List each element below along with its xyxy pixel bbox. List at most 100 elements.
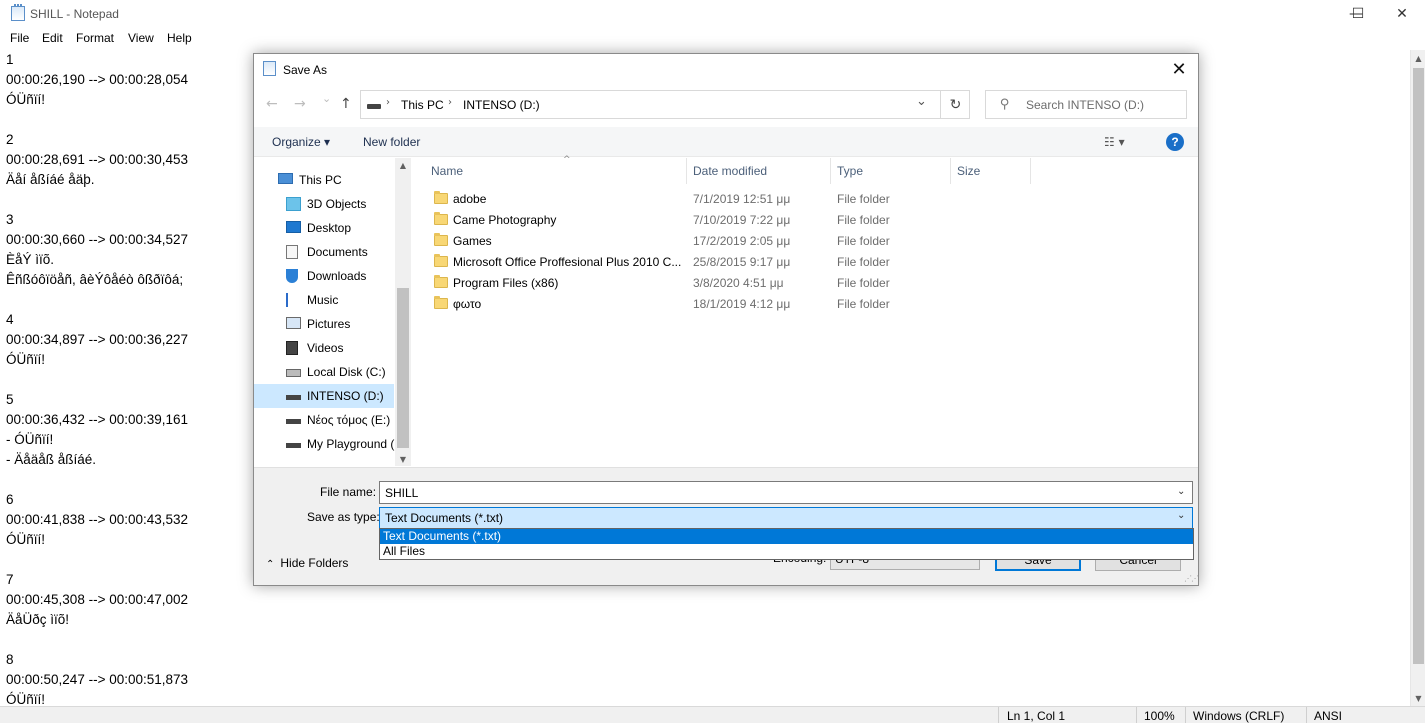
- column-header-type[interactable]: Type: [831, 158, 951, 184]
- file-name-value: SHILL: [385, 486, 419, 500]
- folder-icon: [434, 296, 448, 309]
- menu-file[interactable]: File: [10, 31, 29, 45]
- scrollbar-thumb[interactable]: [1413, 68, 1424, 664]
- resize-grip-icon[interactable]: ⋰⋰: [1184, 574, 1199, 583]
- save-as-type-label: Save as type:: [307, 510, 380, 524]
- menu-help[interactable]: Help: [167, 31, 192, 45]
- scroll-up-icon[interactable]: ▲: [395, 158, 411, 172]
- address-bar[interactable]: › This PC › INTENSO (D:) ⌄: [360, 90, 970, 119]
- text-line: ÓÜñïí!: [6, 352, 46, 367]
- view-options-icon[interactable]: ☷ ▾: [1104, 135, 1125, 149]
- nav-item-intenso-d[interactable]: INTENSO (D:): [254, 384, 394, 408]
- back-icon[interactable]: ←: [266, 96, 278, 112]
- scrollbar-thumb[interactable]: [397, 288, 409, 448]
- search-input[interactable]: ⚲ Search INTENSO (D:): [985, 90, 1187, 119]
- desktop-icon: [286, 221, 301, 233]
- nav-item-videos[interactable]: Videos: [254, 336, 394, 360]
- sort-ascending-icon: ^: [563, 155, 571, 165]
- nav-item-downloads[interactable]: Downloads: [254, 264, 394, 288]
- scroll-up-icon[interactable]: ▲: [1411, 50, 1425, 66]
- window-title: SHILL - Notepad: [30, 7, 119, 21]
- help-icon[interactable]: ?: [1166, 133, 1184, 151]
- up-icon[interactable]: ↑: [340, 96, 352, 112]
- status-divider: [1136, 707, 1137, 723]
- column-header-date[interactable]: Date modified: [687, 158, 831, 184]
- text-line: 00:00:26,190 --> 00:00:28,054: [6, 72, 189, 87]
- option-text-documents[interactable]: Text Documents (*.txt): [380, 529, 1193, 544]
- file-type: File folder: [837, 276, 890, 290]
- chevron-down-icon[interactable]: ⌄: [1177, 486, 1185, 497]
- text-line: 7: [6, 572, 14, 587]
- maximize-button[interactable]: ☐: [1335, 0, 1381, 28]
- file-name-input[interactable]: SHILL ⌄: [379, 481, 1193, 504]
- option-all-files[interactable]: All Files: [380, 544, 1193, 559]
- menu-format[interactable]: Format: [76, 31, 114, 45]
- nav-item-music[interactable]: Music: [254, 288, 394, 312]
- column-header-size[interactable]: Size: [951, 158, 1031, 184]
- folder-icon: [434, 254, 448, 267]
- text-line: 8: [6, 652, 14, 667]
- nav-item-νέος-τόμος-e[interactable]: Νέος τόμος (E:): [254, 408, 394, 432]
- chevron-up-icon: ⌃: [266, 559, 275, 570]
- text-line: ÈåÝ ìïõ.: [6, 252, 55, 267]
- file-type: File folder: [837, 234, 890, 248]
- forward-icon[interactable]: →: [294, 96, 306, 112]
- nav-item-desktop[interactable]: Desktop: [254, 216, 394, 240]
- save-as-type-select[interactable]: Text Documents (*.txt) ⌄: [379, 507, 1193, 529]
- recent-locations-icon[interactable]: ⌄: [322, 92, 331, 105]
- dialog-close-button[interactable]: ✕: [1159, 54, 1199, 84]
- drive-icon: [286, 443, 301, 448]
- nav-item-label: Downloads: [307, 269, 367, 283]
- text-line: 00:00:30,660 --> 00:00:34,527: [6, 232, 189, 247]
- command-bar: Organize ▾ New folder ☷ ▾ ?: [254, 127, 1198, 157]
- nav-item-local-disk-c[interactable]: Local Disk (C:): [254, 360, 394, 384]
- editor-scrollbar[interactable]: ▲ ▼: [1410, 50, 1425, 706]
- new-folder-button[interactable]: New folder: [363, 135, 420, 149]
- breadcrumb-intenso[interactable]: INTENSO (D:): [463, 98, 540, 112]
- file-row[interactable]: adobe 7/1/2019 12:51 μμ File folder: [411, 189, 1198, 210]
- file-row[interactable]: Program Files (x86) 3/8/2020 4:51 μμ File …: [411, 273, 1198, 294]
- text-line: ÄåÜðç ìïõ!: [6, 612, 70, 627]
- file-row[interactable]: Games 17/2/2019 2:05 μμ File folder: [411, 231, 1198, 252]
- file-date-modified: 7/10/2019 7:22 μμ: [693, 213, 791, 227]
- breadcrumb-this-pc[interactable]: This PC: [401, 98, 444, 112]
- column-header-name[interactable]: Name ^: [425, 155, 687, 184]
- text-line: 4: [6, 312, 14, 327]
- chevron-down-icon[interactable]: ⌄: [1177, 510, 1185, 521]
- file-row[interactable]: Microsoft Office Proffesional Plus 2010 …: [411, 252, 1198, 273]
- 3d-objects-icon: [286, 197, 301, 211]
- nav-item-label: Local Disk (C:): [307, 365, 386, 379]
- drive-icon: [286, 419, 301, 424]
- close-button[interactable]: ✕: [1379, 0, 1425, 28]
- dialog-icon: [263, 61, 276, 76]
- nav-item-pictures[interactable]: Pictures: [254, 312, 394, 336]
- menu-edit[interactable]: Edit: [42, 31, 63, 45]
- nav-pane-scrollbar[interactable]: ▲ ▼: [395, 158, 411, 466]
- folder-icon: [434, 275, 448, 288]
- text-line: 00:00:28,691 --> 00:00:30,453: [6, 152, 189, 167]
- hide-folders-button[interactable]: ⌃ Hide Folders: [266, 556, 348, 570]
- nav-item-this-pc[interactable]: This PC: [254, 168, 394, 192]
- column-label: Size: [957, 164, 981, 178]
- text-line: ÓÜñïí!: [6, 692, 46, 706]
- save-as-type-value: Text Documents (*.txt): [385, 511, 504, 525]
- documents-icon: [286, 245, 298, 259]
- file-row[interactable]: φωτο 18/1/2019 4:12 μμ File folder: [411, 294, 1198, 315]
- nav-item-3d-objects[interactable]: 3D Objects: [254, 192, 394, 216]
- address-dropdown-icon[interactable]: ⌄: [916, 94, 927, 109]
- text-line: 6: [6, 492, 14, 507]
- folder-icon: [434, 233, 448, 246]
- scroll-down-icon[interactable]: ▼: [1411, 690, 1425, 706]
- nav-item-label: Documents: [307, 245, 368, 259]
- status-divider: [1185, 707, 1186, 723]
- menu-view[interactable]: View: [128, 31, 154, 45]
- scroll-down-icon[interactable]: ▼: [395, 452, 411, 466]
- nav-item-my-playground[interactable]: My Playground (: [254, 432, 394, 456]
- nav-item-documents[interactable]: Documents: [254, 240, 394, 264]
- organize-button[interactable]: Organize ▾: [272, 135, 330, 149]
- text-line: 00:00:41,838 --> 00:00:43,532: [6, 512, 189, 527]
- text-line: Êñßóôïöåñ, âèÝôåéò ôßðïôá;: [6, 272, 184, 287]
- file-row[interactable]: Came Photography 7/10/2019 7:22 μμ File fo…: [411, 210, 1198, 231]
- refresh-icon[interactable]: ↻: [940, 90, 970, 119]
- file-type: File folder: [837, 192, 890, 206]
